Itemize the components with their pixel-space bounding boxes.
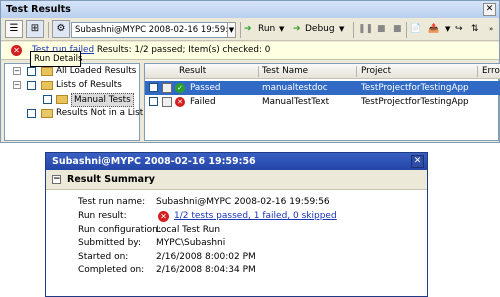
column-header-test-name[interactable]: Test Name [262, 64, 308, 79]
checkbox[interactable] [149, 83, 158, 92]
fail-icon: ✕ [175, 97, 185, 107]
result-cell: Failed [190, 97, 216, 107]
chevron-down-icon[interactable]: ▼ [227, 22, 236, 38]
test-run-combo[interactable]: Subashni@MYPC 2008-02-16 19:59:5 [71, 22, 235, 38]
pause-icon[interactable]: ❚❚ [358, 20, 373, 38]
table-row[interactable]: ✕ Failed ManualTestText TestProjectforTe… [145, 95, 500, 109]
folder-icon [41, 67, 53, 76]
toolbar-separator [406, 22, 407, 38]
grid-header: Result Test Name Project Erro [145, 64, 500, 79]
checkbox[interactable] [43, 95, 52, 104]
checkbox[interactable] [27, 81, 36, 90]
export-icon[interactable]: 📤 [428, 20, 439, 38]
run-details-icon[interactable]: ⚙ [52, 20, 70, 38]
sort-icon[interactable]: ⇅ [471, 20, 479, 38]
project-cell: TestProjectforTestingApp [361, 83, 469, 93]
manual-test-icon [162, 83, 172, 93]
error-icon: ✕ [11, 45, 22, 56]
field-label: Run result: [78, 211, 127, 221]
debug-button[interactable]: ➔ Debug ▼ [293, 20, 349, 38]
close-icon[interactable]: ✕ [411, 155, 424, 168]
field-label: Submitted by: [78, 238, 141, 248]
chevron-down-icon: ▼ [279, 25, 285, 33]
column-divider[interactable] [258, 66, 259, 77]
toolbar-separator [48, 22, 49, 38]
section-title: Result Summary [67, 174, 155, 185]
folder-icon [41, 81, 53, 90]
window-title: Subashni@MYPC 2008-02-16 19:59:56 [46, 153, 427, 170]
run-label: Run [258, 24, 276, 34]
overflow-icon[interactable]: » [489, 20, 493, 38]
chevron-down-icon[interactable]: ▼ [445, 20, 450, 38]
pass-icon: ✓ [175, 83, 185, 93]
collapse-icon[interactable]: − [52, 175, 61, 184]
field-value: 2/16/2008 8:00:02 PM [156, 252, 256, 262]
group-by-icon[interactable]: ☰ [5, 20, 23, 38]
window-title: Test Results [1, 1, 499, 18]
test-results-window: Test Results ✕ ☰ ⊞ ⚙ Subashni@MYPC 2008-… [0, 0, 500, 143]
chevron-down-icon: ▼ [339, 25, 345, 33]
error-icon: ✕ [158, 211, 169, 222]
tree-item-manual-tests[interactable]: Manual Tests [71, 93, 134, 107]
folder-icon [56, 95, 68, 104]
import-icon[interactable]: 📄 [410, 20, 421, 38]
debug-label: Debug [305, 24, 335, 34]
toolbar-separator [240, 22, 241, 38]
stop-icon[interactable]: ■ [393, 20, 402, 38]
expand-icon[interactable]: − [13, 81, 21, 89]
column-header-result[interactable]: Result [179, 64, 206, 79]
column-divider[interactable] [356, 66, 357, 77]
close-icon[interactable]: ✕ [483, 3, 496, 16]
field-label: Run configuration: [78, 225, 161, 235]
run-details-window: Subashni@MYPC 2008-02-16 19:59:56 ✕ − Re… [45, 152, 428, 297]
results-grid: Result Test Name Project Erro ✓ Passed m… [144, 63, 500, 141]
column-divider[interactable] [477, 66, 478, 77]
run-button[interactable]: ➔ Run ▼ [244, 20, 292, 38]
result-summary-header[interactable]: − Result Summary [46, 170, 427, 190]
field-value: Subashni@MYPC 2008-02-16 19:59:56 [156, 197, 330, 207]
checkbox[interactable] [149, 97, 158, 106]
table-row[interactable]: ✓ Passed manualtestdoc TestProjectforTes… [145, 81, 500, 95]
column-header-error[interactable]: Erro [482, 64, 500, 79]
publish-icon[interactable]: ↪ [455, 20, 463, 38]
field-value: Local Test Run [156, 225, 221, 235]
result-cell: Passed [190, 83, 221, 93]
field-label: Test run name: [78, 197, 146, 207]
field-value: 2/16/2008 8:04:34 PM [156, 265, 256, 275]
folder-icon [41, 109, 53, 118]
tree-item-lists[interactable]: Lists of Results [56, 79, 122, 91]
project-cell: TestProjectforTestingApp [361, 97, 469, 107]
manual-test-icon [162, 97, 172, 107]
toolbar: ☰ ⊞ ⚙ Subashni@MYPC 2008-02-16 19:59:5 ▼… [1, 19, 499, 41]
run-icon: ➔ [244, 24, 252, 34]
status-detail: Results: 1/2 passed; Item(s) checked: 0 [94, 45, 271, 55]
test-name-cell: manualtestdoc [262, 83, 328, 93]
tooltip: Run Details [30, 51, 82, 67]
tree-view-icon[interactable]: ⊞ [26, 20, 44, 38]
toolbar-separator [353, 22, 354, 38]
checkbox[interactable] [27, 67, 36, 76]
run-result-link[interactable]: 1/2 tests passed, 1 failed, 0 skipped [174, 211, 337, 221]
field-label: Completed on: [78, 265, 145, 275]
test-name-cell: ManualTestText [262, 97, 330, 107]
expand-icon[interactable]: − [13, 67, 21, 75]
field-value: MYPC\Subashni [156, 238, 226, 248]
tree-item-not-in-list[interactable]: Results Not in a List [56, 107, 143, 119]
stop-icon[interactable]: ■ [377, 20, 386, 38]
column-header-project[interactable]: Project [361, 64, 391, 79]
checkbox[interactable] [27, 109, 36, 118]
results-tree: − All Loaded Results − Lists of Results … [4, 63, 143, 141]
debug-icon: ➔ [293, 24, 301, 34]
field-label: Started on: [78, 252, 129, 262]
